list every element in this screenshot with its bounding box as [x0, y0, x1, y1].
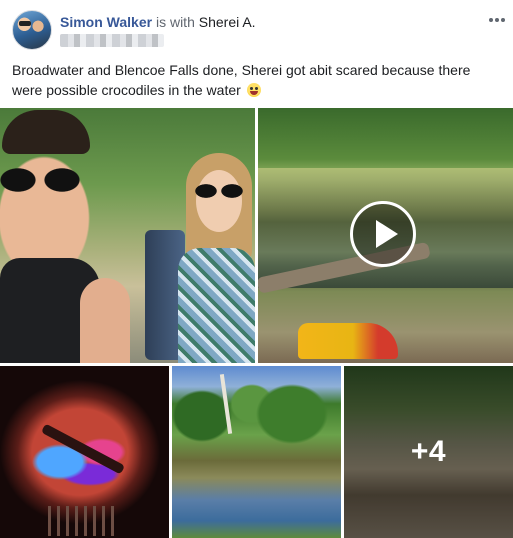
post-meta-blurred [60, 34, 164, 48]
facebook-post: Simon Walker is with Sherei A. Broadwate… [0, 0, 513, 538]
ellipsis-icon [489, 18, 505, 22]
video-thumbnail-river[interactable] [258, 108, 513, 363]
play-icon[interactable] [350, 201, 416, 267]
more-photos-count: +4 [410, 435, 447, 468]
post-header: Simon Walker is with Sherei A. [12, 10, 505, 54]
photo-rocky-creek-more[interactable]: +4 [344, 366, 513, 538]
blurred-timestamp [60, 34, 164, 47]
with-text: is with [152, 14, 199, 30]
author-avatar[interactable] [12, 10, 52, 50]
author-name-link[interactable]: Simon Walker [60, 14, 152, 30]
photo-campfire[interactable] [0, 366, 169, 538]
post-message: Broadwater and Blencoe Falls done, Shere… [12, 60, 482, 100]
laughing-tongue-emoji-icon [246, 83, 261, 97]
tagged-user-link[interactable]: Sherei A. [199, 14, 256, 30]
photo-river-trees[interactable] [172, 366, 341, 538]
more-options-button[interactable] [486, 10, 508, 30]
post-message-text: Broadwater and Blencoe Falls done, Shere… [12, 62, 471, 98]
more-photos-overlay[interactable]: +4 [344, 366, 513, 538]
sunglasses [0, 166, 86, 192]
photo-selfie[interactable] [0, 108, 255, 363]
post-title-line: Simon Walker is with Sherei A. [60, 13, 256, 31]
